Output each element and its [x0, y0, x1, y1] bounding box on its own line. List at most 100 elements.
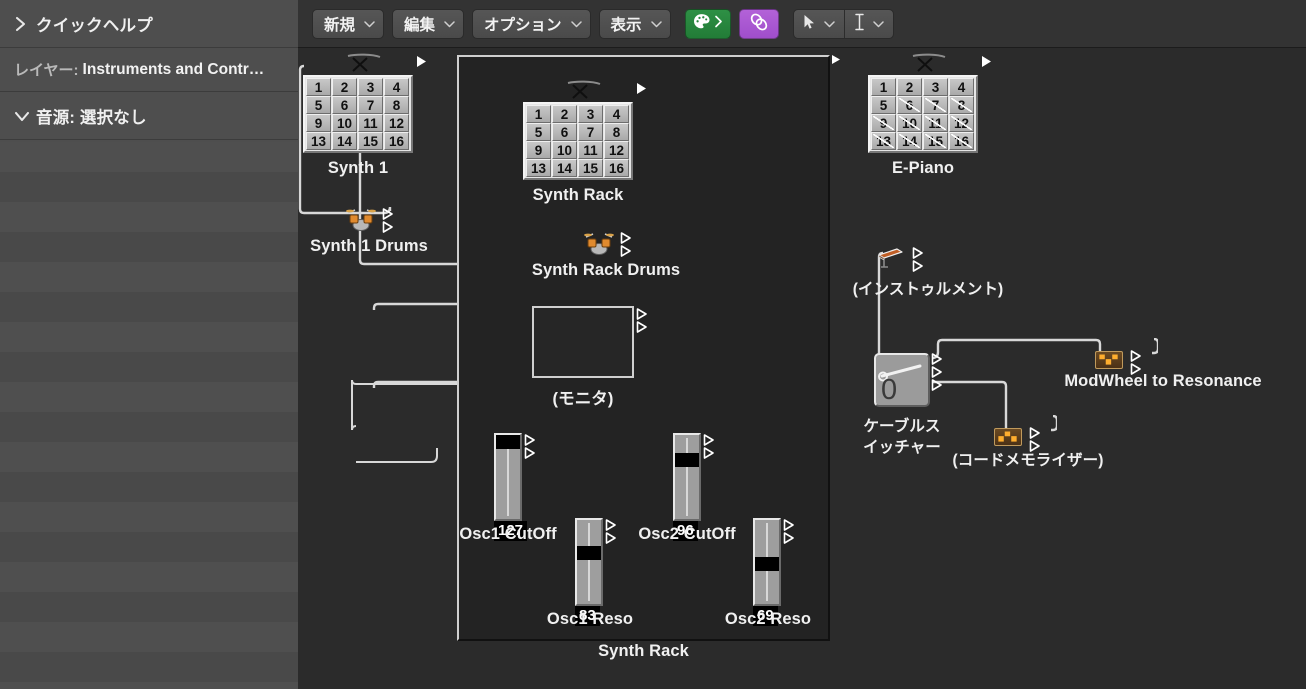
channel-cell-15[interactable]: 15 — [578, 159, 603, 177]
object-output-port[interactable] — [703, 447, 715, 459]
layer-value-label[interactable]: Instruments and Contr… — [83, 61, 265, 79]
object-e-piano[interactable]: 12345678910111213141516 E-Piano — [868, 53, 978, 153]
channel-cell-5[interactable]: 5 — [306, 96, 331, 114]
channel-cell-1[interactable]: 1 — [526, 105, 551, 123]
object-output-port[interactable] — [605, 532, 617, 544]
channel-cell-10[interactable]: 10 — [552, 141, 577, 159]
channel-cell-13[interactable]: 13 — [526, 159, 551, 177]
container-output-port[interactable] — [831, 54, 842, 65]
instrument-channel-grid[interactable]: 12345678910111213141516 — [303, 75, 413, 153]
object-cable-switcher[interactable]: 0 — [874, 353, 930, 407]
channel-cell-9[interactable]: 9 — [526, 141, 551, 159]
fader-handle[interactable] — [675, 453, 699, 467]
object-output-port-1[interactable] — [931, 366, 943, 378]
channel-cell-15[interactable]: 15 — [923, 132, 948, 150]
object-input-port[interactable] — [605, 519, 617, 531]
channel-cell-6[interactable]: 6 — [897, 96, 922, 114]
fader-handle[interactable] — [755, 557, 779, 571]
channel-cell-16[interactable]: 16 — [949, 132, 974, 150]
object-fader-osc1-reso[interactable] — [575, 518, 603, 606]
object-output-port[interactable] — [620, 245, 632, 257]
channel-cell-4[interactable]: 4 — [949, 78, 974, 96]
object-fader-osc2-reso[interactable] — [753, 518, 781, 606]
channel-cell-3[interactable]: 3 — [923, 78, 948, 96]
channel-cell-11[interactable]: 11 — [923, 114, 948, 132]
channel-cell-14[interactable]: 14 — [552, 159, 577, 177]
channel-cell-11[interactable]: 11 — [358, 114, 383, 132]
object-output-port[interactable] — [415, 55, 428, 68]
object-transformer-modwheel[interactable]: ▀▄▀ — [1095, 351, 1123, 369]
object-output-port[interactable] — [980, 55, 993, 68]
chevron-right-icon[interactable] — [14, 16, 36, 32]
object-synth-1[interactable]: 12345678910111213141516 Synth 1 — [303, 53, 413, 153]
channel-cell-8[interactable]: 8 — [604, 123, 629, 141]
menu-new[interactable]: 新規 — [312, 9, 384, 39]
channel-cell-15[interactable]: 15 — [358, 132, 383, 150]
object-transformer-chord-memorizer[interactable]: ▄▀▄ — [994, 428, 1022, 446]
channel-cell-1[interactable]: 1 — [871, 78, 896, 96]
channel-cell-4[interactable]: 4 — [384, 78, 409, 96]
object-output-port[interactable] — [636, 321, 648, 333]
channel-cell-12[interactable]: 12 — [604, 141, 629, 159]
object-output-port[interactable] — [912, 260, 924, 272]
fader-handle[interactable] — [496, 435, 520, 449]
channel-cell-9[interactable]: 9 — [306, 114, 331, 132]
pointer-tool-button[interactable] — [794, 10, 844, 38]
object-input-port[interactable] — [524, 434, 536, 446]
channel-cell-10[interactable]: 10 — [332, 114, 357, 132]
sidebar-item-quick-help[interactable]: クイックヘルプ — [0, 0, 298, 48]
channel-cell-3[interactable]: 3 — [578, 105, 603, 123]
channel-cell-13[interactable]: 13 — [306, 132, 331, 150]
channel-cell-16[interactable]: 16 — [384, 132, 409, 150]
channel-cell-3[interactable]: 3 — [358, 78, 383, 96]
channel-cell-14[interactable]: 14 — [897, 132, 922, 150]
object-synth-rack[interactable]: 12345678910111213141516 Synth Rack — [523, 80, 633, 180]
object-input-port[interactable] — [931, 353, 943, 365]
channel-cell-8[interactable]: 8 — [949, 96, 974, 114]
channel-cell-13[interactable]: 13 — [871, 132, 896, 150]
menu-options[interactable]: オプション — [472, 9, 591, 39]
object-output-port[interactable] — [783, 532, 795, 544]
channel-cell-10[interactable]: 10 — [897, 114, 922, 132]
object-output-port[interactable] — [382, 221, 394, 233]
link-button[interactable] — [739, 9, 779, 39]
object-input-port[interactable] — [1130, 350, 1142, 362]
channel-cell-5[interactable]: 5 — [871, 96, 896, 114]
fader-handle[interactable] — [577, 546, 601, 560]
chevron-down-icon[interactable] — [14, 109, 36, 123]
channel-cell-16[interactable]: 16 — [604, 159, 629, 177]
channel-cell-9[interactable]: 9 — [871, 114, 896, 132]
instrument-channel-grid[interactable]: 12345678910111213141516 — [523, 102, 633, 180]
menu-edit[interactable]: 編集 — [392, 9, 464, 39]
channel-cell-12[interactable]: 12 — [949, 114, 974, 132]
channel-cell-14[interactable]: 14 — [332, 132, 357, 150]
object-input-port[interactable] — [620, 232, 632, 244]
environment-canvas[interactable]: 12345678910111213141516 Synth 1 — [298, 48, 1306, 689]
instrument-channel-grid[interactable]: 12345678910111213141516 — [868, 75, 978, 153]
object-output-port[interactable] — [635, 82, 648, 95]
object-fader-osc2-cutoff[interactable] — [673, 433, 701, 521]
channel-cell-1[interactable]: 1 — [306, 78, 331, 96]
channel-cell-6[interactable]: 6 — [552, 123, 577, 141]
menu-view[interactable]: 表示 — [599, 9, 671, 39]
channel-cell-7[interactable]: 7 — [358, 96, 383, 114]
channel-cell-2[interactable]: 2 — [552, 105, 577, 123]
object-input-port[interactable] — [912, 247, 924, 259]
channel-cell-12[interactable]: 12 — [384, 114, 409, 132]
text-tool-button[interactable] — [845, 10, 893, 38]
object-input-port[interactable] — [382, 208, 394, 220]
object-fader-osc1-cutoff[interactable] — [494, 433, 522, 521]
object-input-port[interactable] — [703, 434, 715, 446]
channel-cell-5[interactable]: 5 — [526, 123, 551, 141]
object-monitor[interactable] — [532, 306, 634, 378]
channel-cell-2[interactable]: 2 — [897, 78, 922, 96]
sidebar-item-source[interactable]: 音源: 選択なし — [0, 92, 298, 140]
channel-cell-7[interactable]: 7 — [923, 96, 948, 114]
object-input-port[interactable] — [636, 308, 648, 320]
object-input-port[interactable] — [783, 519, 795, 531]
object-output-port[interactable] — [524, 447, 536, 459]
channel-cell-4[interactable]: 4 — [604, 105, 629, 123]
object-input-port[interactable] — [1029, 427, 1041, 439]
channel-cell-6[interactable]: 6 — [332, 96, 357, 114]
channel-cell-7[interactable]: 7 — [578, 123, 603, 141]
